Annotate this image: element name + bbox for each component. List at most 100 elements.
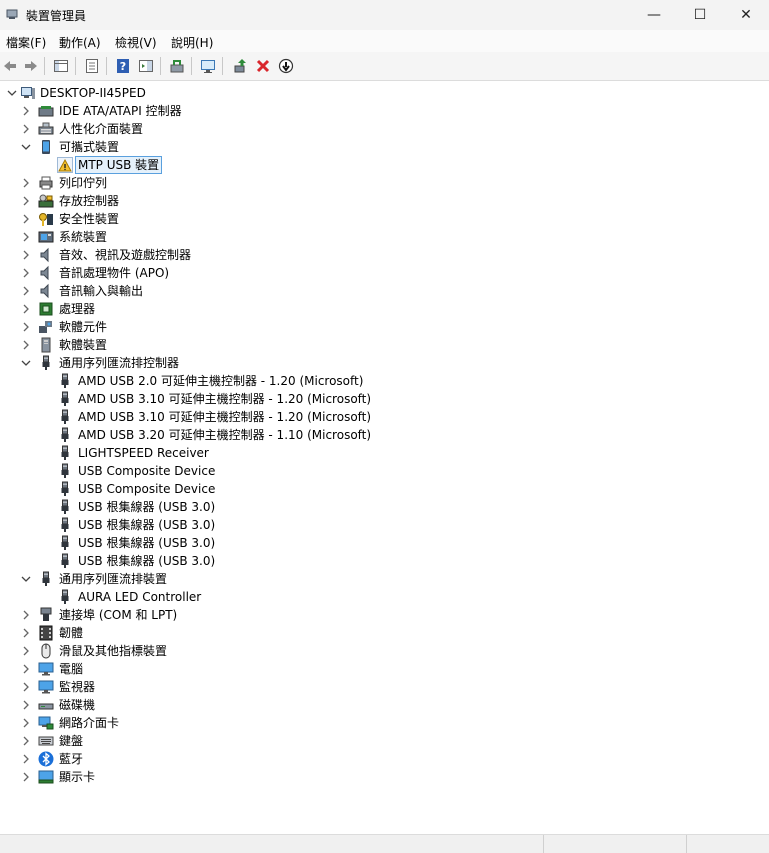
menu-help[interactable]: 說明(H) <box>171 34 213 51</box>
tree-item[interactable]: AMD USB 3.20 可延伸主機控制器 - 1.10 (Microsoft) <box>0 426 769 444</box>
chevron-right-icon[interactable] <box>21 699 31 711</box>
tree-item[interactable]: 監視器 <box>0 678 769 696</box>
tree-item[interactable]: 連接埠 (COM 和 LPT) <box>0 606 769 624</box>
chevron-right-icon[interactable] <box>21 231 31 243</box>
tree-item[interactable]: 可攜式裝置 <box>0 138 769 156</box>
show-hide-console-tree-icon[interactable] <box>52 57 70 75</box>
tree-item[interactable]: MTP USB 裝置 <box>0 156 769 174</box>
tree-item[interactable]: AURA LED Controller <box>0 588 769 606</box>
usb-icon <box>57 481 73 497</box>
usb-icon <box>57 445 73 461</box>
chevron-down-icon[interactable] <box>21 573 31 585</box>
tree-item[interactable]: 網路介面卡 <box>0 714 769 732</box>
properties-icon[interactable] <box>83 57 101 75</box>
tree-item[interactable]: 列印佇列 <box>0 174 769 192</box>
chevron-right-icon[interactable] <box>21 735 31 747</box>
tree-item[interactable]: 電腦 <box>0 660 769 678</box>
update-driver-icon[interactable] <box>168 57 186 75</box>
forward-arrow-icon[interactable] <box>22 57 40 75</box>
tree-item[interactable]: 安全性裝置 <box>0 210 769 228</box>
tree-item[interactable]: USB 根集線器 (USB 3.0) <box>0 516 769 534</box>
tree-item[interactable]: 音效、視訊及遊戲控制器 <box>0 246 769 264</box>
help-icon[interactable]: ? <box>114 57 132 75</box>
port-icon <box>38 607 54 623</box>
menu-file[interactable]: 檔案(F) <box>6 34 46 51</box>
tree-item-label: 磁碟機 <box>59 698 96 712</box>
maximize-button[interactable]: ☐ <box>677 0 723 30</box>
tree-item[interactable]: 韌體 <box>0 624 769 642</box>
chevron-right-icon[interactable] <box>21 771 31 783</box>
tree-item[interactable]: 人性化介面裝置 <box>0 120 769 138</box>
tree-item[interactable]: USB 根集線器 (USB 3.0) <box>0 498 769 516</box>
chevron-right-icon[interactable] <box>21 285 31 297</box>
scan-hardware-icon[interactable] <box>199 57 217 75</box>
tree-item[interactable]: 音訊處理物件 (APO) <box>0 264 769 282</box>
chevron-right-icon[interactable] <box>21 105 31 117</box>
storage-controller-icon <box>38 193 54 209</box>
disable-device-icon[interactable] <box>277 57 295 75</box>
tree-item[interactable]: USB 根集線器 (USB 3.0) <box>0 552 769 570</box>
usb-icon <box>57 409 73 425</box>
speaker-icon <box>38 265 54 281</box>
chevron-right-icon[interactable] <box>21 195 31 207</box>
minimize-button[interactable]: — <box>631 0 677 30</box>
chevron-right-icon[interactable] <box>21 753 31 765</box>
tree-item[interactable]: 藍牙 <box>0 750 769 768</box>
chevron-right-icon[interactable] <box>21 627 31 639</box>
tree-item[interactable]: 通用序列匯流排裝置 <box>0 570 769 588</box>
speaker-icon <box>38 247 54 263</box>
uninstall-device-icon[interactable] <box>254 57 272 75</box>
tree-item[interactable]: IDE ATA/ATAPI 控制器 <box>0 102 769 120</box>
tree-item[interactable]: 處理器 <box>0 300 769 318</box>
tree-item-label: AMD USB 2.0 可延伸主機控制器 - 1.20 (Microsoft) <box>78 374 364 388</box>
tree-item-label: 通用序列匯流排控制器 <box>59 356 180 370</box>
tree-item[interactable]: USB 根集線器 (USB 3.0) <box>0 534 769 552</box>
chevron-right-icon[interactable] <box>21 303 31 315</box>
chevron-down-icon[interactable] <box>21 141 31 153</box>
chevron-right-icon[interactable] <box>21 267 31 279</box>
tree-item[interactable]: AMD USB 3.10 可延伸主機控制器 - 1.20 (Microsoft) <box>0 408 769 426</box>
tree-item[interactable]: 顯示卡 <box>0 768 769 786</box>
tree-item[interactable]: DESKTOP-II45PED <box>0 84 769 102</box>
chevron-down-icon[interactable] <box>7 87 17 99</box>
chevron-right-icon[interactable] <box>21 339 31 351</box>
back-arrow-icon[interactable] <box>1 57 19 75</box>
tree-item[interactable]: 系統裝置 <box>0 228 769 246</box>
chevron-right-icon[interactable] <box>21 609 31 621</box>
tree-item[interactable]: AMD USB 2.0 可延伸主機控制器 - 1.20 (Microsoft) <box>0 372 769 390</box>
chevron-right-icon[interactable] <box>21 213 31 225</box>
tree-item[interactable]: 軟體元件 <box>0 318 769 336</box>
tree-item[interactable]: 磁碟機 <box>0 696 769 714</box>
add-legacy-hardware-icon[interactable] <box>231 57 249 75</box>
chevron-right-icon[interactable] <box>21 681 31 693</box>
chevron-right-icon[interactable] <box>21 321 31 333</box>
usb-icon <box>57 589 73 605</box>
system-device-icon <box>38 229 54 245</box>
tree-item[interactable]: 音訊輸入與輸出 <box>0 282 769 300</box>
chevron-right-icon[interactable] <box>21 123 31 135</box>
tree-item-label: 列印佇列 <box>59 176 108 190</box>
tree-item[interactable]: AMD USB 3.10 可延伸主機控制器 - 1.20 (Microsoft) <box>0 390 769 408</box>
monitor-icon <box>38 679 54 695</box>
tree-item[interactable]: 存放控制器 <box>0 192 769 210</box>
chevron-right-icon[interactable] <box>21 645 31 657</box>
menu-view[interactable]: 檢視(V) <box>115 34 157 51</box>
tree-item[interactable]: USB Composite Device <box>0 480 769 498</box>
disk-drive-icon <box>38 697 54 713</box>
tree-item[interactable]: 通用序列匯流排控制器 <box>0 354 769 372</box>
menu-action[interactable]: 動作(A) <box>59 34 101 51</box>
chevron-down-icon[interactable] <box>21 357 31 369</box>
chevron-right-icon[interactable] <box>21 249 31 261</box>
chevron-right-icon[interactable] <box>21 717 31 729</box>
tree-item[interactable]: 鍵盤 <box>0 732 769 750</box>
tree-item-label: 滑鼠及其他指標裝置 <box>59 644 168 658</box>
tree-item[interactable]: 滑鼠及其他指標裝置 <box>0 642 769 660</box>
action-pane-icon[interactable] <box>137 57 155 75</box>
tree-item[interactable]: USB Composite Device <box>0 462 769 480</box>
tree-item-label: USB 根集線器 (USB 3.0) <box>78 554 216 568</box>
tree-item[interactable]: LIGHTSPEED Receiver <box>0 444 769 462</box>
close-button[interactable]: ✕ <box>723 0 769 30</box>
chevron-right-icon[interactable] <box>21 663 31 675</box>
chevron-right-icon[interactable] <box>21 177 31 189</box>
tree-item[interactable]: 軟體裝置 <box>0 336 769 354</box>
